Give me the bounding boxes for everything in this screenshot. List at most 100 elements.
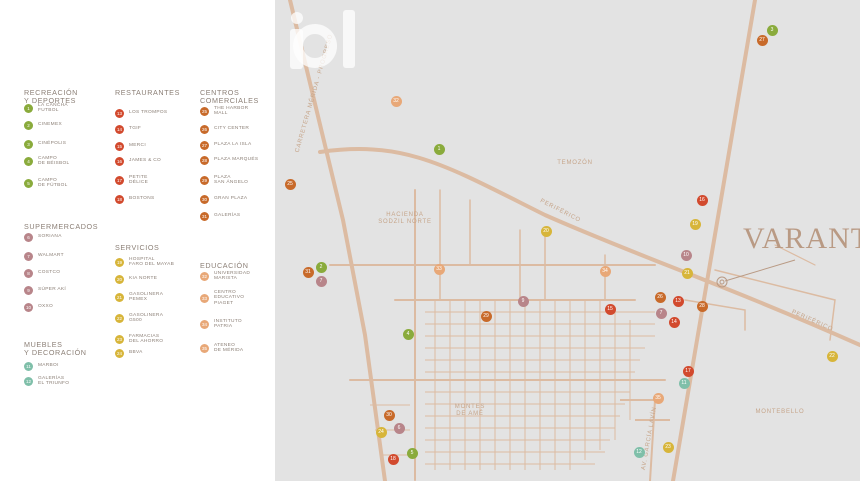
map-marker[interactable]: 17 bbox=[682, 365, 694, 377]
legend-item-label: GALERÍAS bbox=[214, 213, 241, 219]
map-marker[interactable]: 35 bbox=[652, 392, 664, 404]
map-marker[interactable]: 23 bbox=[662, 441, 674, 453]
legend-item[interactable]: 35 ATENEO DE MÉRIDA bbox=[200, 342, 243, 354]
legend-marker-icon: 30 bbox=[200, 194, 209, 204]
map[interactable]: CARRETERA MÉRIDA - PROGRESO TEMOZÓN PERI… bbox=[275, 0, 860, 481]
legend-marker-icon: 17 bbox=[115, 175, 124, 185]
legend-item-label: BOSTONS bbox=[129, 196, 155, 202]
map-marker[interactable]: 27 bbox=[756, 34, 768, 46]
legend-item[interactable]: 30 GRAN PLAZA bbox=[200, 193, 247, 205]
legend-marker-icon: 31 bbox=[200, 211, 209, 221]
map-marker[interactable]: 2 bbox=[315, 261, 327, 273]
legend-item[interactable]: 33 CENTRO EDUCATIVO PIAGET bbox=[200, 290, 245, 306]
map-marker[interactable]: 29 bbox=[480, 310, 492, 322]
legend-item[interactable]: 22 GASOLINERA G500 bbox=[115, 312, 163, 324]
legend-marker-icon: 24 bbox=[115, 348, 124, 358]
legend-item-label: JAMES & CO bbox=[129, 158, 162, 164]
map-marker[interactable]: 31 bbox=[302, 266, 314, 278]
map-marker[interactable]: 5 bbox=[406, 447, 418, 459]
legend-item[interactable]: 10 OXXO bbox=[24, 301, 53, 313]
map-marker[interactable]: 18 bbox=[387, 453, 399, 465]
legend-item[interactable]: 14 TGIF bbox=[115, 123, 141, 135]
legend-item-label: CAMPO DE BÉISBOL bbox=[38, 155, 70, 166]
legend-item[interactable]: 2 CINEMEX bbox=[24, 119, 62, 131]
map-marker[interactable]: 33 bbox=[433, 263, 445, 275]
legend-item[interactable]: 7 WALMART bbox=[24, 250, 64, 262]
montebello-label: MONTEBELLO bbox=[755, 409, 805, 415]
legend-item[interactable]: 3 CINÉPOLIS bbox=[24, 138, 66, 150]
map-marker[interactable]: 13 bbox=[672, 295, 684, 307]
map-marker[interactable]: 20 bbox=[540, 225, 552, 237]
legend-item-label: GALERÍAS EL TRIUNFO bbox=[38, 375, 70, 386]
legend-item[interactable]: 23 FARMACIAS DEL AHORRO bbox=[115, 333, 163, 345]
map-marker[interactable]: 4 bbox=[402, 328, 414, 340]
legend-item[interactable]: 29 PLAZA SAN ÁNGELO bbox=[200, 174, 248, 186]
legend-item[interactable]: 32 UNIVERSIDAD MARISTA bbox=[200, 270, 250, 282]
map-marker[interactable]: 28 bbox=[696, 300, 708, 312]
legend-item[interactable]: 16 JAMES & CO bbox=[115, 155, 161, 167]
legend-item[interactable]: 28 PLAZA MARQUÉS bbox=[200, 154, 258, 166]
legend-item[interactable]: 8 COSTCO bbox=[24, 267, 60, 279]
legend-marker-icon: 7 bbox=[24, 251, 33, 261]
legend-item[interactable]: 12 GALERÍAS EL TRIUNFO bbox=[24, 375, 69, 387]
legend-item-label: SORIANA bbox=[38, 234, 62, 240]
legend-section-title: EDUCACIÓN bbox=[200, 261, 249, 270]
map-marker[interactable]: 21 bbox=[681, 267, 693, 279]
legend-marker-icon: 32 bbox=[200, 271, 209, 281]
legend-marker-icon: 8 bbox=[24, 268, 33, 278]
legend-item[interactable]: 5 CAMPO DE FÚTBOL bbox=[24, 177, 68, 189]
legend-marker-icon: 35 bbox=[200, 343, 209, 353]
map-marker[interactable]: 15 bbox=[604, 303, 616, 315]
map-marker[interactable]: 16 bbox=[696, 194, 708, 206]
map-marker[interactable]: 30 bbox=[383, 409, 395, 421]
legend-marker-icon: 26 bbox=[200, 124, 209, 134]
map-marker[interactable]: 10 bbox=[680, 249, 692, 261]
legend-marker-icon: 34 bbox=[200, 319, 209, 329]
legend-item[interactable]: 11 MARBOI bbox=[24, 360, 59, 372]
legend-item-label: INSTITUTO PATRIA bbox=[214, 318, 242, 329]
map-marker[interactable]: 14 bbox=[668, 316, 680, 328]
legend-item[interactable]: 4 CAMPO DE BÉISBOL bbox=[24, 155, 70, 167]
map-marker[interactable]: 34 bbox=[599, 265, 611, 277]
legend-item[interactable]: 27 PLAZA LA ISLA bbox=[200, 139, 252, 151]
legend-marker-icon: 15 bbox=[115, 141, 124, 151]
legend-item[interactable]: 21 GASOLINERA PEMEX bbox=[115, 291, 163, 303]
legend-marker-icon: 29 bbox=[200, 175, 209, 185]
map-marker[interactable]: 24 bbox=[375, 426, 387, 438]
map-marker[interactable]: 32 bbox=[390, 95, 402, 107]
legend-item-label: CITY CENTER bbox=[214, 126, 250, 132]
map-marker[interactable]: 22 bbox=[826, 350, 838, 362]
legend-item[interactable]: 34 INSTITUTO PATRIA bbox=[200, 318, 242, 330]
map-marker[interactable]: 6 bbox=[393, 422, 405, 434]
legend-item[interactable]: 26 CITY CENTER bbox=[200, 123, 249, 135]
legend-item-label: WALMART bbox=[38, 253, 64, 259]
legend-item-label: CENTRO EDUCATIVO PIAGET bbox=[214, 290, 245, 306]
legend-marker-icon: 22 bbox=[115, 313, 124, 323]
map-marker[interactable]: 12 bbox=[633, 446, 645, 458]
map-marker[interactable]: 26 bbox=[654, 291, 666, 303]
legend-item[interactable]: 9 SÚPER AKÍ bbox=[24, 284, 66, 296]
map-marker[interactable]: 19 bbox=[689, 218, 701, 230]
map-marker[interactable]: 11 bbox=[678, 377, 690, 389]
legend-item-label: FARMACIAS DEL AHORRO bbox=[129, 333, 164, 344]
legend-item[interactable]: 25 THE HARBOR MALL bbox=[200, 105, 248, 117]
map-marker[interactable]: 9 bbox=[517, 295, 529, 307]
legend-item[interactable]: 24 BBVA bbox=[115, 347, 143, 359]
legend-item[interactable]: 17 PETITE DÉLICE bbox=[115, 174, 148, 186]
map-marker[interactable]: 7 bbox=[655, 307, 667, 319]
montes-label: MONTES DE AMÉ bbox=[454, 404, 486, 417]
legend-marker-icon: 11 bbox=[24, 361, 33, 371]
legend-item[interactable]: 6 SORIANA bbox=[24, 231, 62, 243]
legend-item[interactable]: 15 MERCI bbox=[115, 140, 146, 152]
map-marker[interactable]: 1 bbox=[433, 143, 445, 155]
legend-item[interactable]: 13 LOS TROMPOS bbox=[115, 107, 167, 119]
legend-item[interactable]: 1 LA CANCHA FUTBOL bbox=[24, 102, 68, 114]
legend-item[interactable]: 31 GALERÍAS bbox=[200, 210, 240, 222]
map-marker[interactable]: 25 bbox=[284, 178, 296, 190]
legend-item[interactable]: 19 HOSPITAL FARO DEL MAYAB bbox=[115, 256, 174, 268]
map-marker[interactable]: 3 bbox=[766, 24, 778, 36]
map-marker[interactable]: 7 bbox=[315, 275, 327, 287]
legend-marker-icon: 25 bbox=[200, 106, 209, 116]
legend-item[interactable]: 18 BOSTONS bbox=[115, 193, 154, 205]
legend-item[interactable]: 20 KIA NORTE bbox=[115, 273, 157, 285]
